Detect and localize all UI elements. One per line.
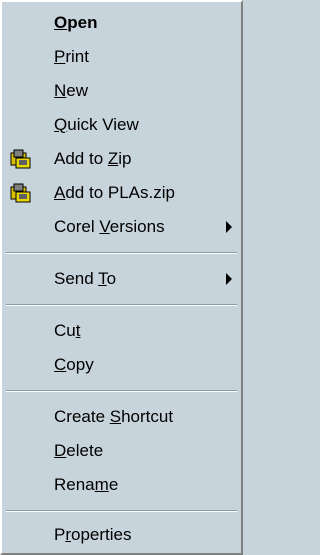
menu-item-delete[interactable]: Delete [2,434,241,468]
menu-item-rename[interactable]: Rename [2,468,241,502]
menu-item-label: Add to Zip [54,149,132,168]
menu-item-print[interactable]: Print [2,40,241,74]
menu-item-properties[interactable]: Properties [2,518,241,552]
menu-item-label: Print [54,47,89,66]
context-menu: Open Print New Quick View Add to Zip Add… [0,0,243,555]
menu-item-new[interactable]: New [2,74,241,108]
menu-item-label: Add to PLAs.zip [54,183,175,202]
menu-item-copy[interactable]: Copy [2,348,241,382]
menu-item-label: Properties [54,525,132,544]
winzip-icon [10,149,32,169]
menu-item-label: Create Shortcut [54,407,174,426]
menu-separator [6,304,237,306]
triangle-right-icon [226,273,232,285]
menu-separator [6,390,237,392]
menu-item-open[interactable]: Open [2,6,241,40]
menu-separator [6,510,237,512]
menu-item-label: Cut [54,321,81,340]
menu-item-quick-view[interactable]: Quick View [2,108,241,142]
menu-item-cut[interactable]: Cut [2,314,241,348]
menu-item-add-to-zip[interactable]: Add to Zip [2,142,241,176]
menu-item-label: Quick View [54,115,139,134]
menu-item-add-to-plas-zip[interactable]: Add to PLAs.zip [2,176,241,210]
menu-item-label: Copy [54,355,94,374]
menu-item-label: Corel Versions [54,217,165,236]
menu-item-label: New [54,81,89,100]
menu-item-corel-versions[interactable]: Corel Versions [2,210,241,244]
winzip-icon [10,183,32,203]
menu-item-label: Send To [54,269,117,288]
menu-item-send-to[interactable]: Send To [2,262,241,296]
menu-separator [6,252,237,254]
menu-item-label: Open [54,13,98,32]
menu-item-label: Rename [54,475,119,494]
menu-item-label: Delete [54,441,104,460]
menu-item-create-shortcut[interactable]: Create Shortcut [2,400,241,434]
triangle-right-icon [226,221,232,233]
